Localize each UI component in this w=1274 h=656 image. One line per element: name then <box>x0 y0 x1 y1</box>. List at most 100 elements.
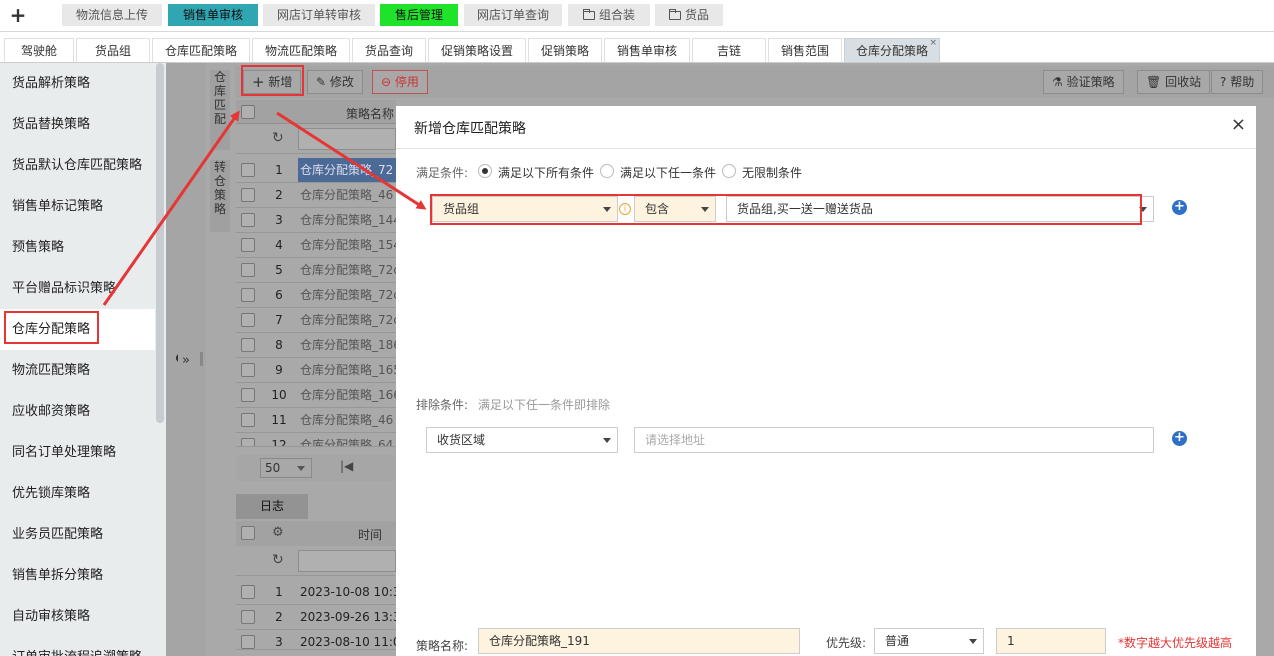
tab-sales-range[interactable]: 销售范围 <box>768 38 842 62</box>
log-tab[interactable]: 日志 <box>236 494 308 519</box>
row-strategy-name[interactable]: 仓库分配策略_72c <box>298 258 396 282</box>
tab-logistics-match[interactable]: 物流匹配策略 <box>252 38 350 62</box>
log-row[interactable]: 2 2023-09-26 13:3 <box>236 605 396 630</box>
row-checkbox[interactable] <box>241 413 255 427</box>
tab-promo-settings[interactable]: 促销策略设置 <box>428 38 526 62</box>
add-tab-button[interactable]: + <box>8 4 28 26</box>
row-strategy-name[interactable]: 仓库分配策略_46 <box>298 183 396 207</box>
tab-warehouse-allocation[interactable]: 仓库分配策略 × <box>844 38 940 62</box>
radio-any-condition[interactable] <box>600 164 614 178</box>
strategy-name-input[interactable]: 仓库分配策略_191 <box>478 628 800 654</box>
tab-bundle[interactable]: 组合装 <box>568 4 650 26</box>
name-filter-input[interactable] <box>298 128 396 150</box>
column-header-name[interactable]: 策略名称 <box>346 105 394 122</box>
row-checkbox[interactable] <box>241 635 255 649</box>
row-checkbox[interactable] <box>241 363 255 377</box>
sidebar-item-priority-lock[interactable]: 优先锁库策略 <box>0 473 155 514</box>
log-row[interactable]: 3 2023-08-10 11:0 <box>236 630 396 650</box>
sidebar-item-presale[interactable]: 预售策略 <box>0 227 155 268</box>
refresh-icon[interactable]: ↻ <box>272 552 284 568</box>
sidebar-item-gift-mark[interactable]: 平台赠品标识策略 <box>0 268 155 309</box>
vertical-tab-transfer[interactable]: 转仓策略 <box>210 160 230 232</box>
row-checkbox[interactable] <box>241 585 255 599</box>
refresh-icon[interactable]: ↻ <box>272 130 284 146</box>
row-checkbox[interactable] <box>241 163 255 177</box>
table-row[interactable]: 5 仓库分配策略_72c <box>236 258 396 283</box>
log-select-all[interactable] <box>241 526 255 540</box>
select-all-checkbox[interactable] <box>241 105 255 119</box>
row-checkbox[interactable] <box>241 438 255 446</box>
tab-goods-query[interactable]: 货品查询 <box>352 38 426 62</box>
sidebar-item-sales-mark[interactable]: 销售单标记策略 <box>0 186 155 227</box>
row-checkbox[interactable] <box>241 238 255 252</box>
recycle-button[interactable]: 🗑 回收站 <box>1137 70 1211 94</box>
row-checkbox[interactable] <box>241 263 255 277</box>
edit-button[interactable]: ✎ 修改 <box>307 70 363 94</box>
radio-all-conditions[interactable] <box>478 164 492 178</box>
sidebar-item-default-warehouse[interactable]: 货品默认仓库匹配策略 <box>0 145 155 186</box>
table-row[interactable]: 9 仓库分配策略_165 <box>236 358 396 383</box>
log-row[interactable]: 1 2023-10-08 10:3 <box>236 580 396 605</box>
tab-online-order-query[interactable]: 网店订单查询 <box>464 4 562 26</box>
tab-promo-strategy[interactable]: 促销策略 <box>528 38 602 62</box>
tab-cockpit[interactable]: 驾驶舱 <box>4 38 74 62</box>
add-button[interactable]: + 新增 <box>243 70 302 94</box>
sidebar-item-goods-parse[interactable]: 货品解析策略 <box>0 63 155 104</box>
exclude-field-select[interactable]: 收货区域 <box>426 427 618 453</box>
verify-button[interactable]: ⚗ 验证策略 <box>1043 70 1124 94</box>
sidebar-item-logistics-match[interactable]: 物流匹配策略 <box>0 350 155 391</box>
row-strategy-name[interactable]: 仓库分配策略_72c <box>298 308 396 332</box>
row-strategy-name[interactable]: 仓库分配策略_144 <box>298 208 396 232</box>
row-checkbox[interactable] <box>241 288 255 302</box>
row-checkbox[interactable] <box>241 338 255 352</box>
row-strategy-name[interactable]: 仓库分配策略_166 <box>298 383 396 407</box>
table-row[interactable]: 2 仓库分配策略_46 <box>236 183 396 208</box>
condition-field-select[interactable]: 货品组 <box>432 196 618 222</box>
condition-operator-select[interactable]: 包含 <box>634 196 716 222</box>
sidebar-item-salesman-match[interactable]: 业务员匹配策略 <box>0 514 155 555</box>
sidebar-scrollbar[interactable] <box>156 63 164 423</box>
first-page-icon[interactable]: |◀ <box>340 459 353 473</box>
condition-value-select[interactable]: 货品组,买一送一赠送货品 <box>726 196 1154 222</box>
close-icon[interactable]: × <box>1231 114 1246 135</box>
row-strategy-name[interactable]: 仓库分配策略_165 <box>298 358 396 382</box>
address-input[interactable]: 请选择地址 <box>634 427 1154 453</box>
table-row[interactable]: 12 仓库分配策略_64 <box>236 433 396 447</box>
sidebar-item-sales-split[interactable]: 销售单拆分策略 <box>0 555 155 596</box>
tab-close-icon[interactable]: × <box>929 31 937 55</box>
tab-after-sales[interactable]: 售后管理 <box>380 4 458 26</box>
tab-warehouse-match[interactable]: 仓库匹配策略 <box>152 38 250 62</box>
row-checkbox[interactable] <box>241 388 255 402</box>
priority-select[interactable]: 普通 <box>874 628 984 654</box>
row-strategy-name[interactable]: 仓库分配策略_72 <box>298 158 396 182</box>
tab-sales-review[interactable]: 销售单审核 <box>168 4 258 26</box>
table-row[interactable]: 11 仓库分配策略_46 <box>236 408 396 433</box>
table-row[interactable]: 3 仓库分配策略_144 <box>236 208 396 233</box>
help-button[interactable]: ? 帮助 <box>1211 70 1264 94</box>
tab-goods[interactable]: 货品 <box>655 4 723 26</box>
sidebar-item-auto-review[interactable]: 自动审核策略 <box>0 596 155 637</box>
tab-goods-group[interactable]: 货品组 <box>76 38 150 62</box>
table-row[interactable]: 7 仓库分配策略_72c <box>236 308 396 333</box>
row-strategy-name[interactable]: 仓库分配策略_186 <box>298 333 396 357</box>
add-condition-icon[interactable]: + <box>1172 200 1187 215</box>
tab-logistics-upload[interactable]: 物流信息上传 <box>62 4 162 26</box>
sidebar-item-same-name-order[interactable]: 同名订单处理策略 <box>0 432 155 473</box>
row-strategy-name[interactable]: 仓库分配策略_72c <box>298 283 396 307</box>
row-checkbox[interactable] <box>241 213 255 227</box>
table-row[interactable]: 1 仓库分配策略_72 <box>236 158 396 183</box>
row-checkbox[interactable] <box>241 188 255 202</box>
tab-sales-review-2[interactable]: 销售单审核 <box>604 38 690 62</box>
table-row[interactable]: 6 仓库分配策略_72c <box>236 283 396 308</box>
tab-online-order-transfer[interactable]: 网店订单转审核 <box>263 4 375 26</box>
radio-no-condition[interactable] <box>722 164 736 178</box>
priority-number-input[interactable]: 1 <box>996 628 1106 654</box>
gear-icon[interactable]: ⚙ <box>272 525 284 540</box>
table-row[interactable]: 8 仓库分配策略_186 <box>236 333 396 358</box>
sidebar-item-warehouse-allocation[interactable]: 仓库分配策略 <box>0 309 155 350</box>
sidebar-item-approval-trace[interactable]: 订单审批流程追溯策略 <box>0 637 155 656</box>
row-checkbox[interactable] <box>241 313 255 327</box>
row-strategy-name[interactable]: 仓库分配策略_154 <box>298 233 396 257</box>
vertical-tab-warehouse-match[interactable]: 仓库匹配 <box>210 70 230 150</box>
row-strategy-name[interactable]: 仓库分配策略_64 <box>298 433 396 446</box>
